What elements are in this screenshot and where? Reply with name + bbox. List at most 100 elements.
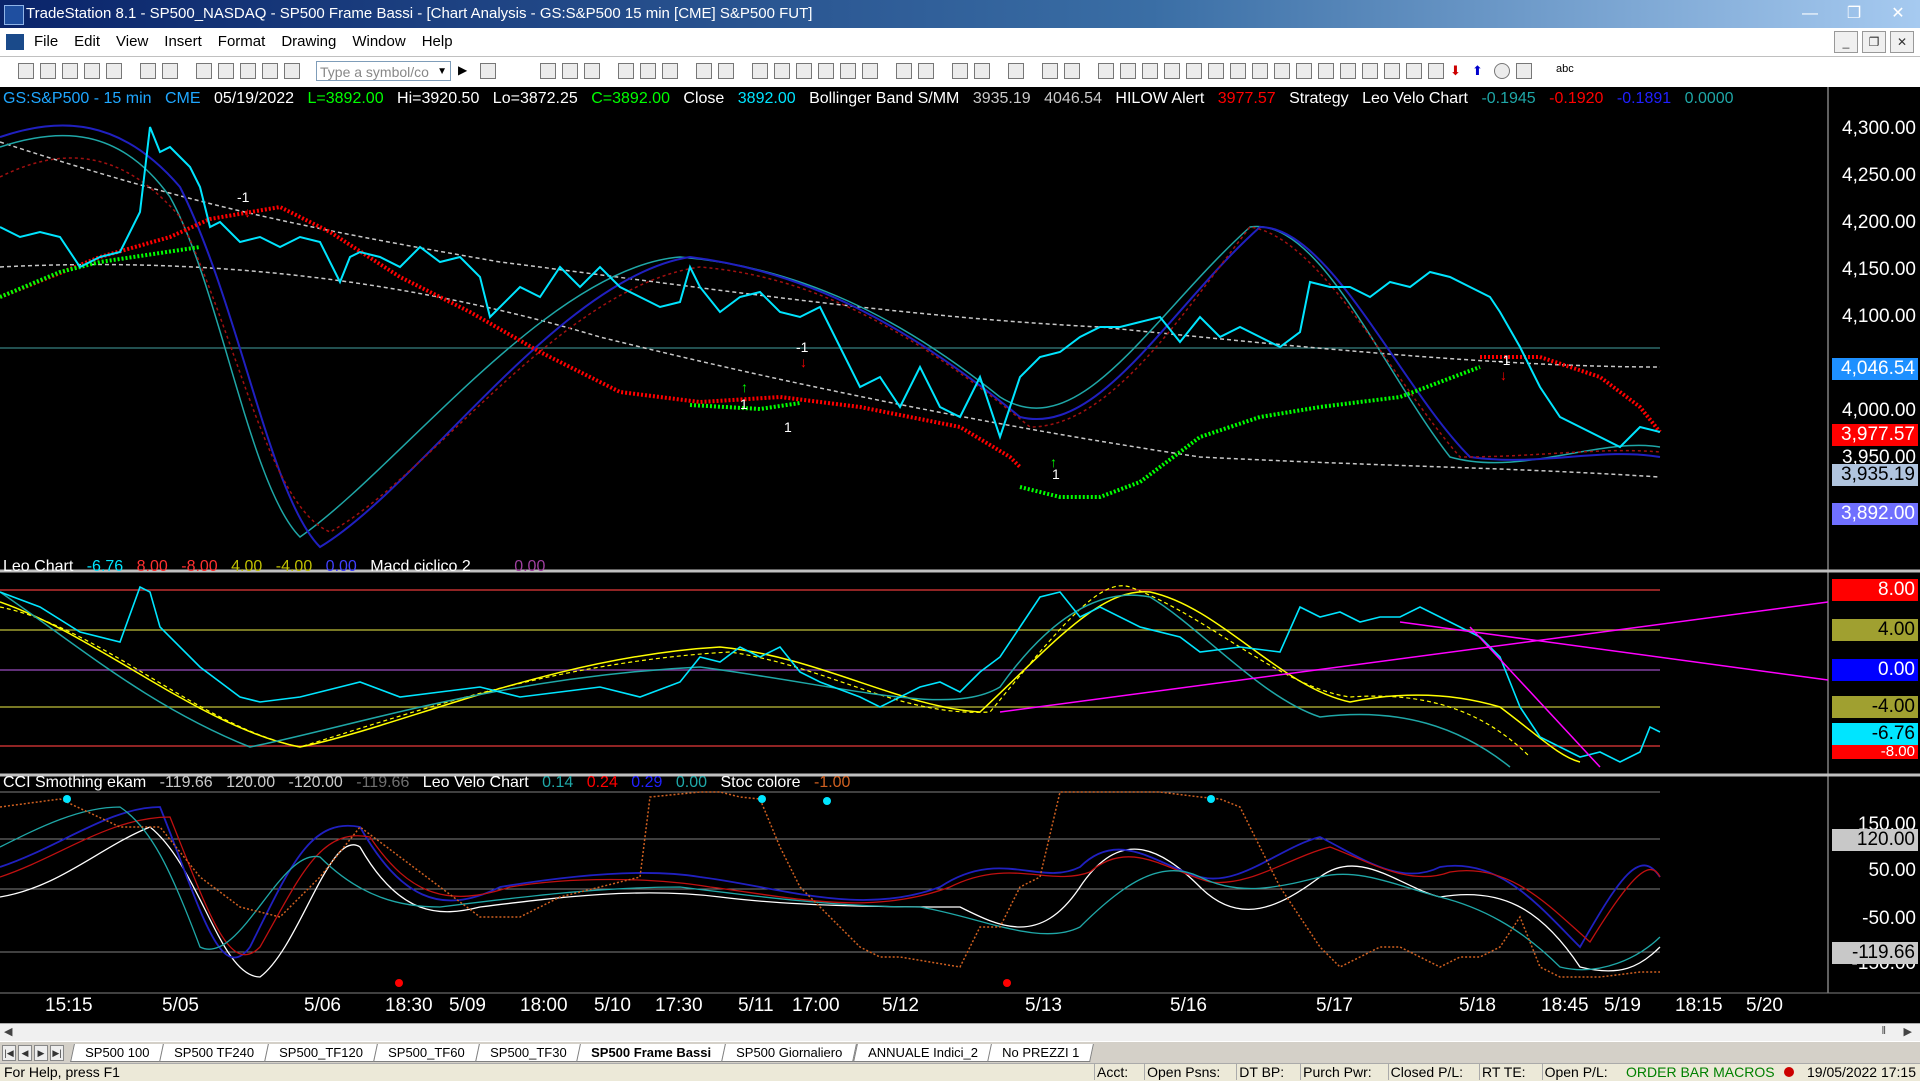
expand-icon[interactable]: [840, 63, 856, 79]
indicator-icon[interactable]: [618, 63, 634, 79]
workspace-icon[interactable]: [62, 63, 78, 79]
swing-icon[interactable]: [1406, 63, 1422, 79]
fork-icon[interactable]: [1428, 63, 1444, 79]
free-draw-icon[interactable]: [1362, 63, 1378, 79]
chart-window-icon[interactable]: [6, 34, 24, 50]
speed-line-icon[interactable]: [1274, 63, 1290, 79]
channel-icon[interactable]: [1164, 63, 1180, 79]
zoom-in-icon[interactable]: [896, 63, 912, 79]
tab-sp500-tf120[interactable]: SP500_TF120: [264, 1044, 379, 1062]
scroll-right-icon[interactable]: ▶: [1904, 1025, 1912, 1038]
bollinger-upper-tag: 4,046.54: [1832, 358, 1918, 380]
down-arrow-icon[interactable]: ⬇: [1450, 63, 1466, 79]
tab-last-icon[interactable]: ▶|: [50, 1045, 64, 1061]
status-help-text: For Help, press F1: [4, 1064, 120, 1080]
grid-icon[interactable]: [240, 63, 256, 79]
menu-window[interactable]: Window: [352, 33, 405, 50]
zoom-out-icon[interactable]: [918, 63, 934, 79]
tab-sp500-tf240[interactable]: SP500 TF240: [159, 1044, 270, 1062]
symbol-lookup-icon[interactable]: [480, 63, 496, 79]
scroll-thumb-icon[interactable]: ‖: [1881, 1025, 1886, 1037]
tab-first-icon[interactable]: |◀: [2, 1045, 16, 1061]
window-icon[interactable]: [218, 63, 234, 79]
leo-price-line: [0, 585, 1661, 763]
bar-style-icon[interactable]: [752, 63, 768, 79]
strategy-icon[interactable]: [640, 63, 656, 79]
radar-icon[interactable]: [562, 63, 578, 79]
line-chart-icon[interactable]: [796, 63, 812, 79]
menu-edit[interactable]: Edit: [74, 33, 100, 50]
candlestick-icon[interactable]: [774, 63, 790, 79]
tab-sp500-frame-bassi[interactable]: SP500 Frame Bassi: [576, 1044, 727, 1062]
tradestation-app-icon: [4, 5, 24, 25]
andrews-icon[interactable]: [1252, 63, 1268, 79]
linear-reg-icon[interactable]: [1384, 63, 1400, 79]
menu-drawing[interactable]: Drawing: [281, 33, 336, 50]
tab-annuale-indici-2[interactable]: ANNUALE Indici_2: [852, 1044, 993, 1062]
arrows-icon[interactable]: [1296, 63, 1312, 79]
scroll-icon[interactable]: [862, 63, 878, 79]
tools-icon[interactable]: [1008, 63, 1024, 79]
bollinger-lower-tag: 3,935.19: [1832, 464, 1918, 486]
alert-icon[interactable]: [1064, 63, 1080, 79]
rectangle-icon[interactable]: [1516, 63, 1532, 79]
up-arrow-icon[interactable]: ⬆: [1472, 63, 1488, 79]
data-window-icon[interactable]: [1042, 63, 1058, 79]
angle-icon[interactable]: [1208, 63, 1224, 79]
menu-bar: File Edit View Insert Format Drawing Win…: [0, 28, 1920, 57]
chart-icon[interactable]: [540, 63, 556, 79]
tab-sp500-tf60[interactable]: SP500_TF60: [373, 1044, 480, 1062]
tab-sp500-tf30[interactable]: SP500_TF30: [474, 1044, 582, 1062]
menu-insert[interactable]: Insert: [164, 33, 202, 50]
print-preview-icon[interactable]: [162, 63, 178, 79]
filter-icon[interactable]: [262, 63, 278, 79]
mdi-minimize-button[interactable]: _: [1834, 31, 1858, 53]
tab-sp500-giornaliero[interactable]: SP500 Giornaliero: [721, 1044, 858, 1062]
tab-next-icon[interactable]: ▶: [34, 1045, 48, 1061]
save-icon[interactable]: [106, 63, 122, 79]
macro-icon[interactable]: [196, 63, 212, 79]
ma-long-line: [0, 141, 1661, 368]
trendline-icon[interactable]: [1098, 63, 1114, 79]
order-bar-macros[interactable]: ORDER BAR MACROS: [1626, 1064, 1775, 1080]
chevron-down-icon[interactable]: ▼: [437, 62, 447, 82]
format-icon[interactable]: [718, 63, 734, 79]
fib-icon[interactable]: [1120, 63, 1136, 79]
apps-icon[interactable]: [284, 63, 300, 79]
matrix-icon[interactable]: [584, 63, 600, 79]
print-icon[interactable]: [140, 63, 156, 79]
symbol-input[interactable]: Type a symbol/co ▼: [316, 61, 451, 81]
pen-icon[interactable]: [1318, 63, 1334, 79]
mdi-restore-button[interactable]: ❐: [1862, 31, 1886, 53]
tab-sp500-100[interactable]: SP500 100: [70, 1044, 165, 1062]
close-button[interactable]: ✕: [1876, 0, 1920, 28]
minimize-button[interactable]: —: [1788, 0, 1832, 28]
analysis-icon[interactable]: [696, 63, 712, 79]
horizontal-line-icon[interactable]: [1142, 63, 1158, 79]
pointer-icon[interactable]: [952, 63, 968, 79]
scanner-icon[interactable]: [662, 63, 678, 79]
new-icon[interactable]: [18, 63, 34, 79]
chart-area[interactable]: -1 ↓ ↑ 1 1 -1 ↓ ↑ 1 -1 ↓ GS:S&P500 - 15 …: [0, 87, 1920, 1023]
menu-file[interactable]: File: [34, 33, 58, 50]
cycle-icon[interactable]: [1340, 63, 1356, 79]
arc-icon[interactable]: [1186, 63, 1202, 79]
tab-no-prezzi-1[interactable]: No PREZZI 1: [987, 1044, 1095, 1062]
tab-prev-icon[interactable]: ◀: [18, 1045, 32, 1061]
spacing-icon[interactable]: [818, 63, 834, 79]
price-axis-label: 4,150.00: [1842, 259, 1916, 280]
menu-help[interactable]: Help: [422, 33, 453, 50]
scroll-left-icon[interactable]: ◀: [4, 1025, 12, 1038]
open-icon[interactable]: [40, 63, 56, 79]
maximize-button[interactable]: ❐: [1832, 0, 1876, 28]
text-tool-icon[interactable]: abc: [1556, 63, 1580, 79]
menu-format[interactable]: Format: [218, 33, 266, 50]
play-icon[interactable]: ▶: [458, 63, 474, 79]
ellipse-icon[interactable]: [1494, 63, 1510, 79]
copy-icon[interactable]: [84, 63, 100, 79]
crosshair-icon[interactable]: [974, 63, 990, 79]
mdi-close-button[interactable]: ✕: [1890, 31, 1914, 53]
menu-view[interactable]: View: [116, 33, 148, 50]
horizontal-scrollbar[interactable]: ◀ ‖ ▶: [0, 1023, 1920, 1042]
gann-icon[interactable]: [1230, 63, 1246, 79]
